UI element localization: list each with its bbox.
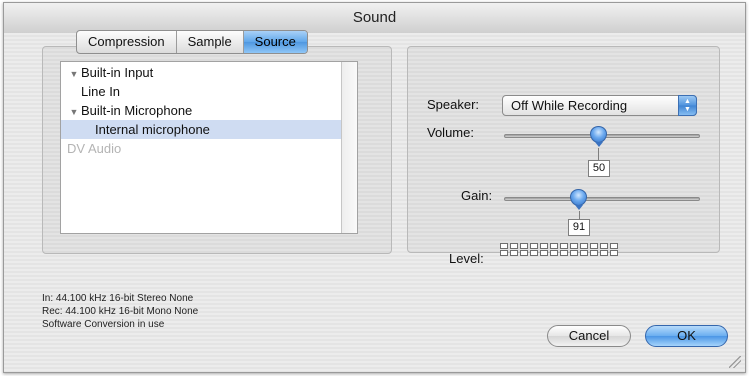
level-meter-cell	[550, 243, 558, 249]
level-meter-cell	[530, 250, 538, 256]
level-meter-cell	[540, 250, 548, 256]
input-format-text: In: 44.100 kHz 16-bit Stereo None	[42, 293, 194, 304]
list-item: DV Audio	[61, 139, 349, 158]
speaker-label: Speaker:	[427, 97, 480, 112]
tab-sample[interactable]: Sample	[177, 31, 244, 53]
gain-label: Gain:	[461, 188, 493, 203]
gain-value: 91	[568, 219, 590, 236]
level-meter-cell	[580, 250, 588, 256]
device-label: Built-in Input	[81, 65, 154, 80]
level-meter-cell	[520, 250, 528, 256]
level-meter-cell	[560, 250, 568, 256]
settings-group-box	[407, 46, 720, 253]
record-format-text: Rec: 44.100 kHz 16-bit Mono None	[42, 306, 199, 317]
tab-compression[interactable]: Compression	[77, 31, 177, 53]
tab-bar: Compression Sample Source	[76, 30, 308, 54]
volume-label: Volume:	[427, 125, 474, 140]
volume-value: 50	[588, 160, 610, 177]
device-label: Line In	[81, 84, 121, 99]
level-meter-cell	[560, 243, 568, 249]
level-meter-cell	[530, 243, 538, 249]
level-meter-cell	[610, 243, 618, 249]
level-meter-cell	[520, 243, 528, 249]
level-meter-cell	[510, 250, 518, 256]
level-meter-cell	[590, 250, 598, 256]
level-meter-cell	[540, 243, 548, 249]
level-meter-cell	[500, 243, 508, 249]
tab-source[interactable]: Source	[243, 31, 307, 53]
level-meter-cell	[550, 250, 558, 256]
cancel-button[interactable]: Cancel	[547, 325, 631, 347]
volume-value-stem	[598, 148, 599, 160]
level-meter-cell	[500, 250, 508, 256]
ok-button[interactable]: OK	[645, 325, 728, 347]
list-scrollbar[interactable]	[341, 62, 357, 233]
conversion-status-text: Software Conversion in use	[42, 319, 165, 330]
level-meter-cell	[590, 243, 598, 249]
speaker-popup[interactable]: Off While Recording ▲ ▼	[502, 95, 697, 116]
level-meter-cell	[600, 243, 608, 249]
level-meter-cell	[570, 250, 578, 256]
level-meter-cell	[510, 243, 518, 249]
popup-arrows-icon: ▲ ▼	[678, 95, 697, 116]
gain-value-stem	[579, 211, 580, 219]
list-item[interactable]: ▼ Built-in Input	[61, 63, 349, 82]
level-meter-cell	[600, 250, 608, 256]
device-label: Built-in Microphone	[81, 103, 193, 118]
speaker-popup-value: Off While Recording	[511, 98, 628, 113]
list-item[interactable]: Line In	[61, 82, 357, 101]
gain-slider-track[interactable]	[504, 197, 700, 201]
device-label: Internal microphone	[95, 122, 210, 137]
level-meter-cell	[610, 250, 618, 256]
level-meter	[500, 243, 619, 256]
resize-grip-icon[interactable]	[729, 356, 741, 368]
level-meter-cell	[570, 243, 578, 249]
level-meter-cell	[580, 243, 588, 249]
sound-dialog-window: Sound Compression Sample Source ▼ Built-i…	[3, 2, 746, 373]
list-item-selected[interactable]: Internal microphone	[61, 120, 357, 139]
list-item[interactable]: ▼ Built-in Microphone	[61, 101, 349, 120]
device-label: DV Audio	[67, 141, 122, 156]
device-list[interactable]: ▼ Built-in Input Line In ▼ Built-in Microp…	[60, 61, 358, 234]
level-label: Level:	[449, 251, 484, 266]
